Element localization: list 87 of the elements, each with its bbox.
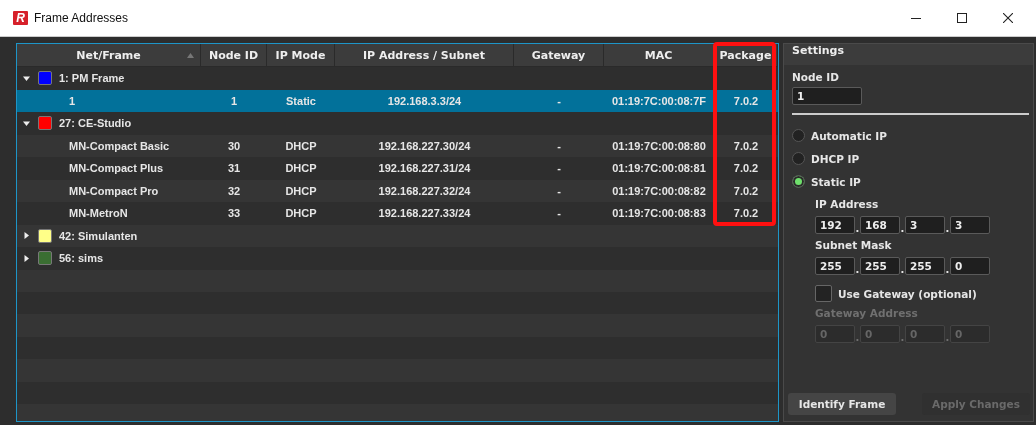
table-cell-text: - xyxy=(556,184,562,197)
radio-label: Automatic IP xyxy=(811,129,887,142)
radio-button[interactable] xyxy=(792,175,805,188)
expand-arrow-icon[interactable] xyxy=(23,232,30,240)
table-cell-text: 7.0.2 xyxy=(732,162,760,175)
table-cell-text: - xyxy=(556,94,562,107)
group-label: 1: PM Frame xyxy=(59,72,125,85)
table-cell-text: MN-Compact Pro xyxy=(68,184,160,197)
panel-title: Settings xyxy=(784,44,1033,65)
checkbox-label: Use Gateway (optional) xyxy=(838,287,977,300)
table-cell-text: 30 xyxy=(226,139,242,152)
column-header[interactable]: Package xyxy=(714,44,778,66)
table-cell-text: - xyxy=(556,162,562,175)
column-header[interactable]: Gateway xyxy=(514,44,604,66)
table-cell-text: 192.168.227.30/24 xyxy=(377,139,472,152)
radio-label: Static IP xyxy=(811,175,861,188)
table-cell-text: MN-Compact Basic xyxy=(68,139,171,152)
octet-field[interactable]: 168 xyxy=(860,216,900,234)
app-logo: R xyxy=(13,11,28,25)
separator-dot: . xyxy=(900,332,905,343)
table-cell-text: 192.168.3.3/24 xyxy=(386,94,463,107)
table-row[interactable]: 1 1 Static 192.168.3.3/24 - 01:19:7C:00:08:7F 7.0.2 xyxy=(17,89,778,112)
separator-dot: . xyxy=(900,264,905,275)
table-cell-text: 192.168.227.33/24 xyxy=(377,207,472,220)
action-button[interactable]: Identify Frame xyxy=(788,393,896,415)
column-header[interactable]: MAC xyxy=(604,44,714,66)
group-label: 42: Simulanten xyxy=(59,229,138,242)
group-label: 27: CE-Studio xyxy=(59,117,132,130)
window-title: Frame Addresses xyxy=(34,11,129,25)
octet-field[interactable]: 192 xyxy=(815,216,855,234)
separator-dot: . xyxy=(855,264,860,275)
table-cell-text: DHCP xyxy=(284,184,318,197)
field-label: Subnet Mask xyxy=(815,239,893,253)
table-cell-text: 32 xyxy=(226,184,242,197)
table-cell-text: DHCP xyxy=(284,207,318,220)
separator-dot: . xyxy=(945,223,950,234)
expand-arrow-icon[interactable] xyxy=(23,254,30,262)
column-header[interactable]: IP Address / Subnet xyxy=(335,44,514,66)
table-cell-text: 7.0.2 xyxy=(732,207,760,220)
radio-button[interactable] xyxy=(792,152,805,165)
table-cell-text: 01:19:7C:00:08:82 xyxy=(611,184,707,197)
table-cell-text: - xyxy=(556,139,562,152)
table-cell-text: 192.168.227.32/24 xyxy=(377,184,472,197)
octet-field[interactable]: 255 xyxy=(815,257,855,275)
table-cell-text: 01:19:7C:00:08:81 xyxy=(611,162,707,175)
separator-dot: . xyxy=(855,332,860,343)
table-cell-text: MN-MetroN xyxy=(68,207,129,220)
column-header[interactable]: IP Mode xyxy=(267,44,335,66)
table-cell-text: DHCP xyxy=(284,139,318,152)
node-id-field[interactable]: 1 xyxy=(792,87,862,105)
table-cell-text: MN-Compact Plus xyxy=(68,162,165,175)
field-label: Node ID xyxy=(792,71,840,85)
group-label: 56: sims xyxy=(59,252,104,265)
column-header[interactable]: Node ID xyxy=(201,44,267,66)
octet-field[interactable]: 255 xyxy=(905,257,945,275)
field-label: Gateway Address xyxy=(815,307,919,321)
table-cell-text: 01:19:7C:00:08:80 xyxy=(611,139,707,152)
separator-dot: . xyxy=(945,332,950,343)
table-cell-text: 1 xyxy=(68,94,77,107)
column-header[interactable]: Net/Frame xyxy=(17,44,201,66)
separator-dot: . xyxy=(945,264,950,275)
separator-dot: . xyxy=(855,223,860,234)
collapse-arrow-icon[interactable] xyxy=(23,119,30,127)
table-cell-text: 33 xyxy=(226,207,242,220)
field-label: IP Address xyxy=(815,198,880,212)
octet-field[interactable]: 3 xyxy=(950,216,990,234)
close-icon[interactable] xyxy=(1003,13,1013,23)
table-cell-text: DHCP xyxy=(284,162,318,175)
table-cell-text: 7.0.2 xyxy=(732,94,760,107)
table-cell-text: 01:19:7C:00:08:7F xyxy=(610,94,708,107)
octet-field[interactable]: 3 xyxy=(905,216,945,234)
collapse-arrow-icon[interactable] xyxy=(23,74,30,82)
table-cell-text: Static xyxy=(285,94,317,107)
table-cell-text: - xyxy=(556,207,562,220)
maximize-icon[interactable] xyxy=(957,13,967,23)
table-cell-text: 7.0.2 xyxy=(732,184,760,197)
table-cell-text: 1 xyxy=(229,94,239,107)
table-cell-text: 01:19:7C:00:08:83 xyxy=(611,207,707,220)
octet-field[interactable]: 0 xyxy=(950,257,990,275)
separator-dot: . xyxy=(900,223,905,234)
radio-button[interactable] xyxy=(792,129,805,142)
table-cell-text: 31 xyxy=(226,162,242,175)
octet-field[interactable]: 255 xyxy=(860,257,900,275)
table-cell-text: 7.0.2 xyxy=(732,139,760,152)
checkbox[interactable] xyxy=(815,285,832,302)
radio-label: DHCP IP xyxy=(811,152,860,165)
table-cell-text: 192.168.227.31/24 xyxy=(377,162,472,175)
